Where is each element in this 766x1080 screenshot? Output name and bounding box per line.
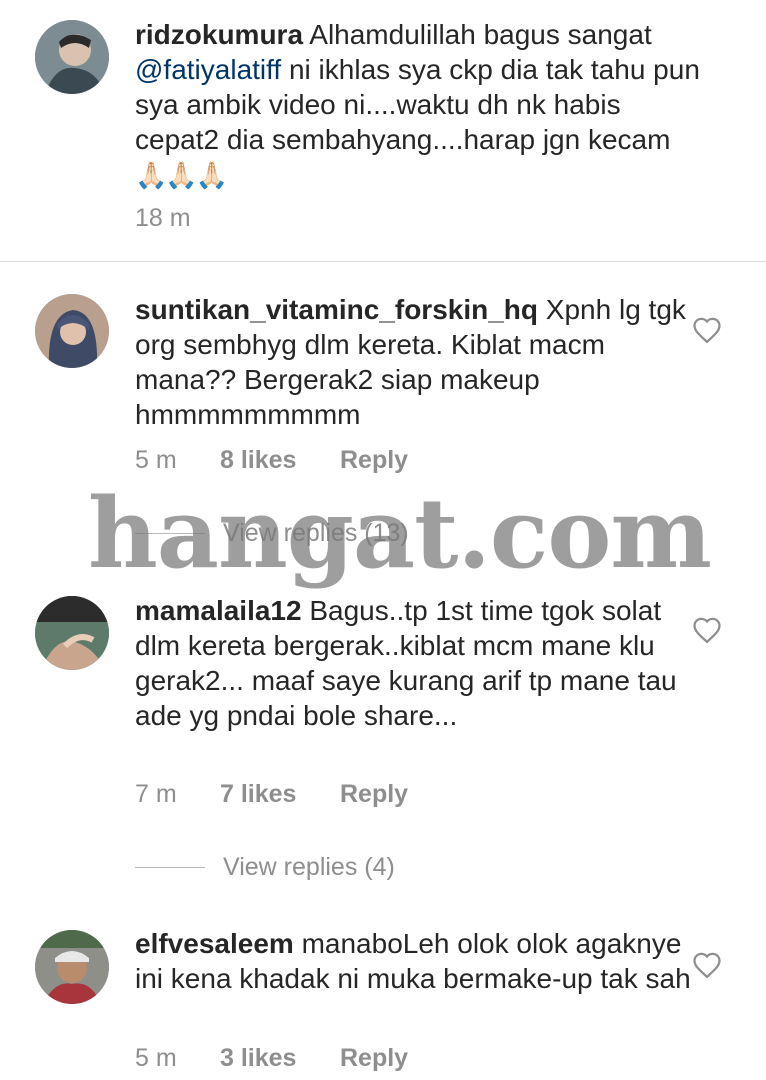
view-replies-button[interactable]: View replies (13)	[135, 519, 409, 548]
heart-outline-icon[interactable]	[692, 616, 722, 644]
heart-outline-icon[interactable]	[692, 316, 722, 344]
comment-username[interactable]: mamalaila12	[135, 595, 302, 626]
likes-count[interactable]: 3 likes	[220, 1044, 340, 1073]
reply-button[interactable]: Reply	[340, 780, 408, 809]
reply-button[interactable]: Reply	[340, 446, 408, 475]
reply-button[interactable]: Reply	[340, 1044, 408, 1073]
avatar[interactable]	[35, 20, 109, 94]
comment-username[interactable]: suntikan_vitaminc_forskin_hq	[135, 294, 538, 325]
view-replies-line	[135, 533, 205, 534]
comment-meta: 5 m 8 likes Reply	[135, 446, 408, 475]
avatar[interactable]	[35, 294, 109, 368]
comment-text: mamalaila12 Bagus..tp 1st time tgok sola…	[135, 595, 685, 731]
comment-username[interactable]: elfvesaleem	[135, 928, 294, 959]
comment-timestamp[interactable]: 5 m	[135, 446, 220, 475]
section-divider	[0, 261, 766, 262]
comment-timestamp[interactable]: 18 m	[135, 204, 220, 233]
comment-text: elfvesaleem manaboLeh olok olok agaknye …	[135, 928, 691, 994]
comment-text: ridzokumura Alhamdulillah bagus sangat @…	[135, 19, 708, 190]
comment-text: suntikan_vitaminc_forskin_hq Xpnh lg tgk…	[135, 294, 694, 430]
view-replies-label: View replies (13)	[223, 519, 409, 547]
avatar[interactable]	[35, 596, 109, 670]
comment-timestamp[interactable]: 7 m	[135, 780, 220, 809]
comment-meta: 7 m 7 likes Reply	[135, 780, 408, 809]
comment-timestamp[interactable]: 5 m	[135, 1044, 220, 1073]
heart-outline-icon[interactable]	[692, 951, 722, 979]
praying-hands-emoji: 🙏🏻🙏🏻🙏🏻	[135, 160, 228, 190]
view-replies-line	[135, 867, 205, 868]
comment-meta: 5 m 3 likes Reply	[135, 1044, 408, 1073]
comment-username[interactable]: ridzokumura	[135, 19, 303, 50]
avatar[interactable]	[35, 930, 109, 1004]
likes-count[interactable]: 8 likes	[220, 446, 340, 475]
comment-mention-link[interactable]: @fatiyalatiff	[135, 54, 281, 85]
comment-meta: 18 m	[135, 204, 220, 233]
likes-count[interactable]: 7 likes	[220, 780, 340, 809]
view-replies-label: View replies (4)	[223, 853, 395, 881]
view-replies-button[interactable]: View replies (4)	[135, 853, 395, 882]
